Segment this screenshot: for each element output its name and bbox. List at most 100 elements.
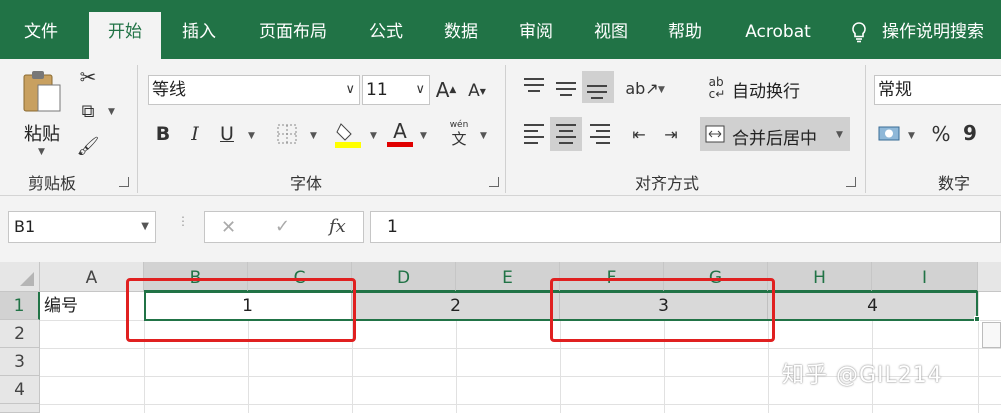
merged-cell-b1-c1[interactable]: 1 — [144, 292, 352, 320]
column-header-partial[interactable] — [978, 262, 1001, 292]
gridline — [40, 320, 1001, 321]
select-all-corner[interactable] — [0, 262, 40, 292]
font-color-icon[interactable]: A — [386, 117, 414, 149]
copy-dropdown-arrow[interactable]: ▼ — [108, 107, 115, 117]
column-header-g[interactable]: G — [664, 262, 768, 292]
tab-file[interactable]: 文件 — [10, 12, 72, 59]
column-header-c[interactable]: C — [248, 262, 352, 292]
cell-a1[interactable]: 编号 — [44, 292, 144, 320]
group-divider — [865, 65, 866, 193]
merge-center-icon — [704, 123, 726, 145]
merge-dropdown-arrow: ▼ — [836, 130, 843, 140]
tell-me-label: 操作说明搜索 — [882, 22, 984, 42]
quick-analysis-icon[interactable] — [982, 322, 1001, 348]
merged-cell-f1-g1[interactable]: 3 — [560, 292, 768, 320]
cut-icon[interactable]: ✂ — [76, 65, 100, 89]
paste-icon — [23, 71, 61, 112]
worksheet-grid[interactable]: A B C D E F G H I 1 2 3 4 编号 1 2 3 4 知乎 … — [0, 262, 1001, 413]
decrease-indent-icon[interactable]: ⇤ — [626, 121, 652, 147]
number-group-label: 数字 — [938, 174, 971, 193]
column-header-a[interactable]: A — [40, 262, 144, 292]
copy-icon[interactable]: ⧉ — [76, 99, 100, 123]
tab-page-layout[interactable]: 页面布局 — [246, 12, 340, 59]
align-left-icon[interactable] — [522, 121, 546, 147]
column-header-b[interactable]: B — [144, 262, 248, 292]
align-right-icon[interactable] — [588, 121, 612, 147]
comma-style-button[interactable]: 9 — [960, 119, 980, 147]
fill-color-icon[interactable] — [334, 119, 362, 149]
column-header-i[interactable]: I — [872, 262, 978, 292]
borders-icon[interactable] — [274, 121, 300, 147]
lightbulb-icon — [852, 22, 866, 43]
fill-color-dropdown-arrow[interactable]: ▼ — [370, 131, 377, 141]
currency-icon[interactable] — [876, 121, 904, 147]
name-box[interactable]: B1 ▼ — [8, 211, 156, 243]
group-divider — [505, 65, 506, 193]
underline-button[interactable]: U — [216, 121, 238, 147]
row-header-5-partial[interactable] — [0, 404, 40, 413]
tab-acrobat[interactable]: Acrobat — [730, 12, 826, 59]
increase-indent-icon[interactable]: ⇥ — [658, 121, 684, 147]
merged-cell-h1-i1[interactable]: 4 — [768, 292, 978, 320]
decrease-font-icon[interactable]: A ▼ — [466, 79, 488, 103]
merge-center-button[interactable]: 合并后居中 ▼ — [700, 117, 850, 151]
paste-dropdown-arrow: ▼ — [38, 147, 45, 157]
tab-help[interactable]: 帮助 — [655, 12, 715, 59]
ribbon-home: 粘贴 ▼ ✂ ⧉ ▼ 🖌 剪贴板 等线 ∨ 11 ∨ A ▲ A ▼ B I U ▼… — [0, 59, 1001, 196]
merged-cell-d1-e1[interactable]: 2 — [352, 292, 560, 320]
formula-input[interactable]: 1 — [370, 211, 1001, 243]
cancel-icon[interactable]: ✕ — [221, 217, 236, 238]
gridline — [40, 348, 1001, 349]
insert-function-icon[interactable]: fx — [329, 216, 346, 237]
percent-button[interactable]: % — [928, 121, 954, 147]
font-color-dropdown-arrow[interactable]: ▼ — [420, 131, 427, 141]
tab-review[interactable]: 审阅 — [506, 12, 566, 59]
font-dialog-launcher[interactable] — [489, 177, 499, 187]
bottom-align-icon[interactable] — [582, 71, 614, 103]
currency-dropdown-arrow[interactable]: ▼ — [908, 131, 915, 141]
ribbon-tab-bar: 文件 开始 插入 页面布局 公式 数据 审阅 视图 帮助 Acrobat 操作说… — [0, 0, 1001, 59]
formula-bar-handle[interactable]: ⋮ — [177, 215, 189, 236]
number-format-value: 常规 — [878, 80, 912, 100]
tell-me-search[interactable]: 操作说明搜索 — [850, 12, 984, 52]
gridline — [978, 292, 979, 413]
tab-formulas[interactable]: 公式 — [356, 12, 416, 59]
bold-button[interactable]: B — [152, 121, 174, 147]
paste-button[interactable]: 粘贴 ▼ — [16, 65, 68, 161]
alignment-dialog-launcher[interactable] — [846, 177, 856, 187]
tab-data[interactable]: 数据 — [431, 12, 491, 59]
chevron-down-icon: ∨ — [345, 82, 355, 97]
underline-dropdown-arrow[interactable]: ▼ — [248, 131, 255, 141]
wrap-text-button[interactable]: ab c↵ 自动换行 — [704, 73, 814, 103]
enter-icon[interactable]: ✓ — [275, 216, 290, 237]
column-header-d[interactable]: D — [352, 262, 456, 292]
chevron-down-icon: ∨ — [415, 82, 425, 97]
orientation-icon[interactable]: ab↗ — [625, 75, 658, 101]
row-header-2[interactable]: 2 — [0, 320, 40, 348]
row-header-1[interactable]: 1 — [0, 292, 40, 320]
row-header-4[interactable]: 4 — [0, 376, 40, 404]
clipboard-dialog-launcher[interactable] — [119, 177, 129, 187]
phonetic-guide-icon[interactable]: wén 文 — [446, 119, 472, 149]
phonetic-dropdown-arrow[interactable]: ▼ — [480, 131, 487, 141]
column-header-h[interactable]: H — [768, 262, 872, 292]
fill-handle[interactable] — [974, 316, 980, 322]
number-format-box[interactable]: 常规 — [874, 75, 1001, 105]
borders-dropdown-arrow[interactable]: ▼ — [310, 131, 317, 141]
font-name-box[interactable]: 等线 ∨ — [148, 75, 360, 105]
format-painter-icon[interactable]: 🖌 — [76, 134, 100, 158]
top-align-icon[interactable] — [522, 75, 546, 101]
italic-button[interactable]: I — [184, 121, 206, 147]
font-group-label: 字体 — [290, 174, 323, 193]
increase-font-icon[interactable]: A ▲ — [434, 77, 458, 103]
tab-insert[interactable]: 插入 — [168, 12, 230, 59]
column-header-e[interactable]: E — [456, 262, 560, 292]
middle-align-icon[interactable] — [554, 75, 578, 101]
column-header-f[interactable]: F — [560, 262, 664, 292]
font-size-box[interactable]: 11 ∨ — [362, 75, 430, 105]
row-header-3[interactable]: 3 — [0, 348, 40, 376]
tab-home[interactable]: 开始 — [89, 12, 161, 59]
tab-view[interactable]: 视图 — [581, 12, 641, 59]
align-center-icon[interactable] — [550, 117, 582, 151]
orientation-dropdown-arrow[interactable]: ▼ — [658, 85, 665, 95]
